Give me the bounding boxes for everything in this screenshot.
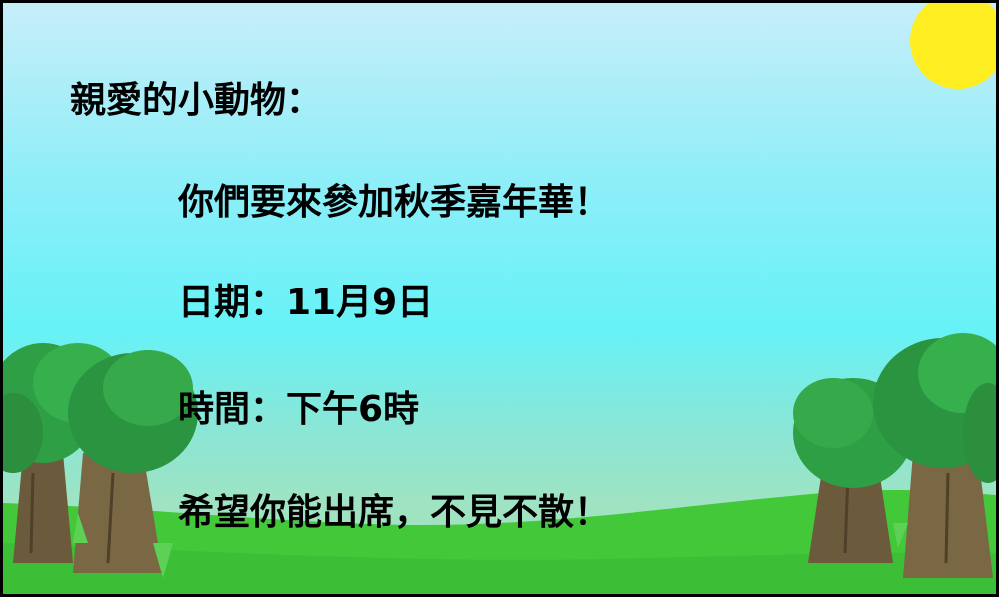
invite-text: 你們要來參加秋季嘉年華！: [178, 182, 611, 223]
date-text: 日期：11月9日: [178, 282, 434, 323]
greeting-text: 親愛的小動物：: [70, 80, 323, 121]
sun: [910, 3, 996, 89]
invitation-card: 親愛的小動物： 你們要來參加秋季嘉年華！ 日期：11月9日 時間：下午6時 希望…: [0, 0, 999, 597]
closing-text: 希望你能出席，不見不散！: [178, 492, 611, 533]
time-text: 時間：下午6時: [178, 389, 420, 430]
